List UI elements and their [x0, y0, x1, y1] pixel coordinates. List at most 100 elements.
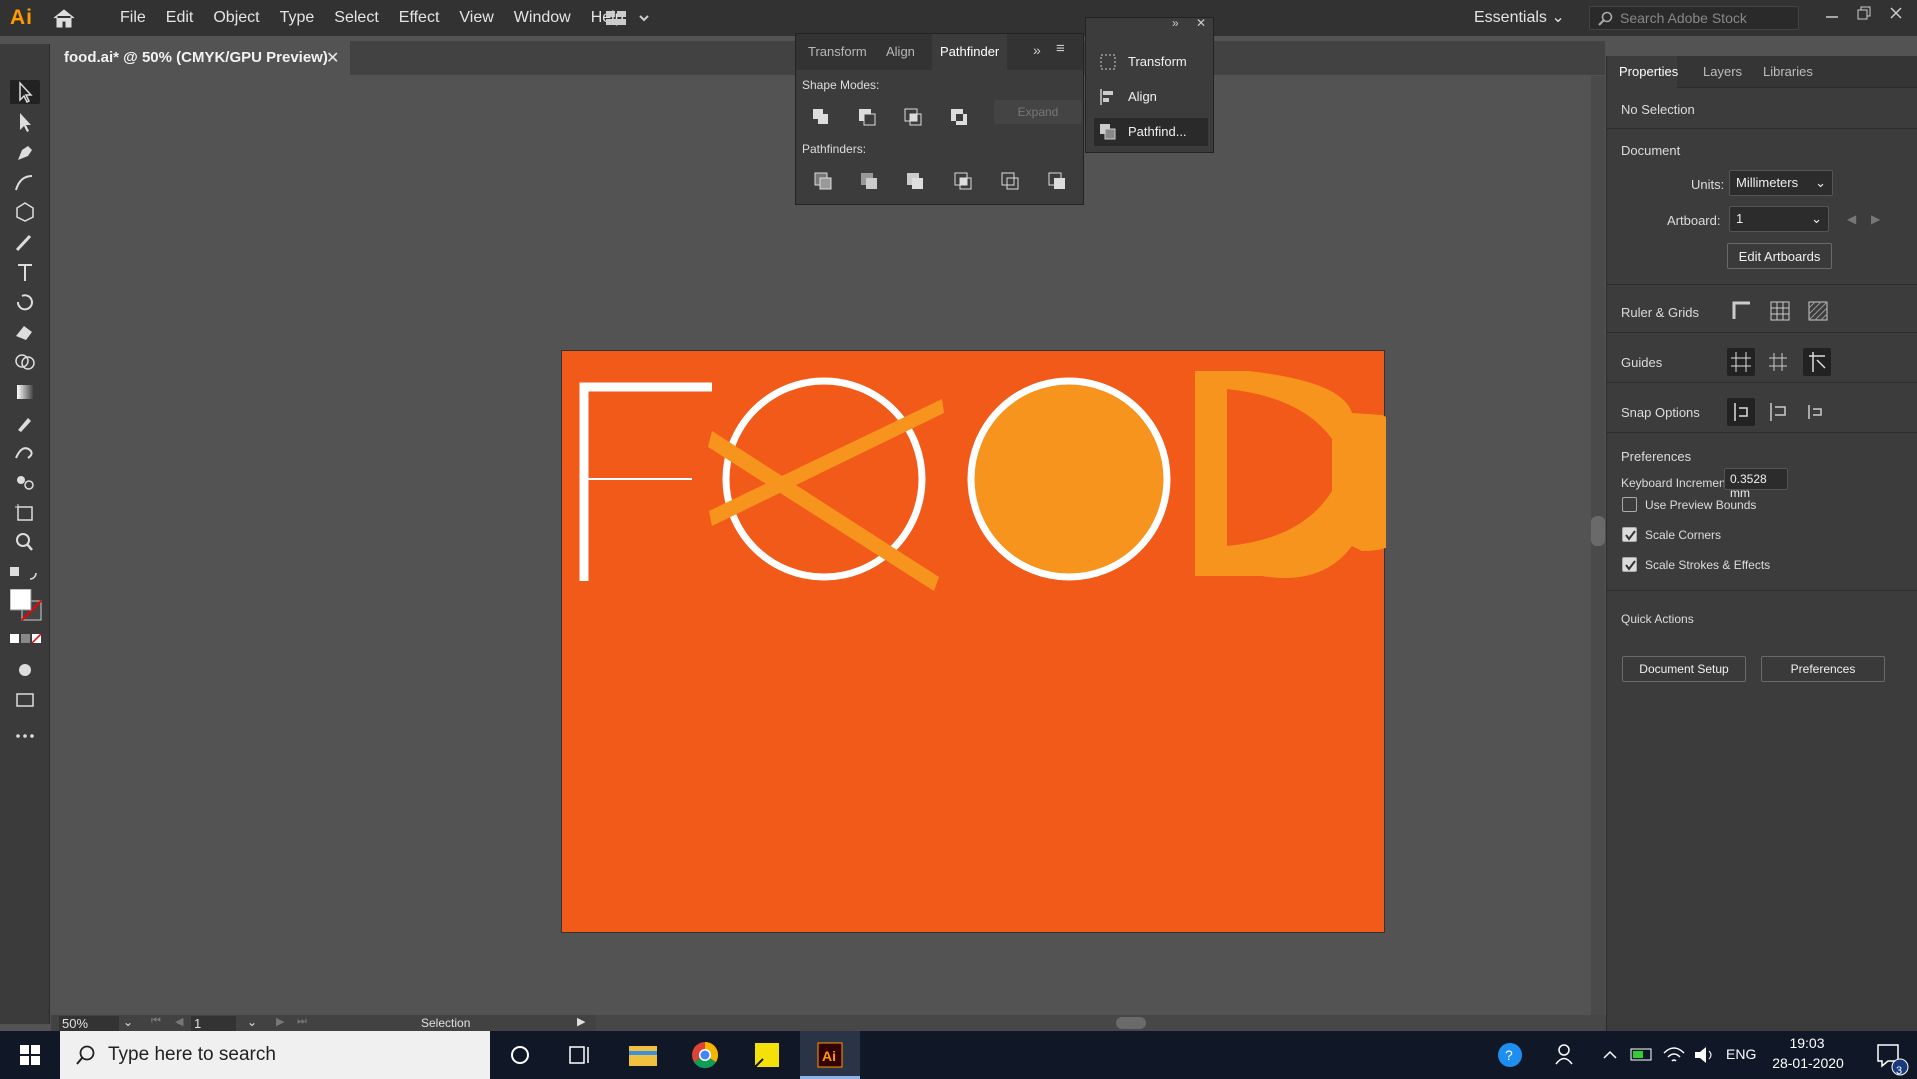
windows-start-icon[interactable] [0, 1031, 60, 1079]
smart-guides-icon[interactable] [1803, 348, 1831, 376]
chrome-icon[interactable] [675, 1031, 735, 1079]
edit-artboards-button[interactable]: Edit Artboards [1727, 243, 1832, 269]
intersect-button-icon[interactable] [902, 106, 924, 128]
more-tools-icon[interactable] [10, 724, 40, 748]
lock-guides-icon[interactable] [1767, 351, 1789, 373]
exclude-button-icon[interactable] [948, 106, 970, 128]
people-icon[interactable] [1548, 1031, 1588, 1079]
last-artboard-icon[interactable]: ⏭ [297, 1015, 307, 1028]
minus-front-button-icon[interactable] [856, 106, 878, 128]
arrange-documents-icon[interactable] [606, 9, 650, 27]
draw-mode-icon[interactable] [10, 658, 40, 682]
document-setup-button[interactable]: Document Setup [1622, 656, 1746, 682]
tab-libraries[interactable]: Libraries [1763, 64, 1813, 79]
close-dock-icon[interactable]: ✕ [1196, 16, 1206, 30]
menu-file[interactable]: File [110, 9, 156, 27]
clock-date[interactable]: 28-01-2020 [1768, 1055, 1848, 1071]
battery-icon[interactable] [1627, 1031, 1657, 1079]
panel-menu-icon[interactable]: ≡ [1056, 40, 1065, 57]
swap-fill-stroke-icon[interactable] [10, 565, 40, 583]
expand-dock-icon[interactable]: » [1172, 16, 1179, 30]
food-artwork[interactable] [562, 351, 1386, 934]
mini-pathfinder-button[interactable]: Pathfind... [1094, 118, 1208, 146]
units-dropdown[interactable]: Millimeters ⌄ [1729, 170, 1833, 196]
transparency-grid-icon[interactable] [1807, 300, 1829, 322]
color-mode-icon[interactable] [10, 632, 42, 646]
trim-button-icon[interactable] [858, 170, 880, 192]
mini-align-button[interactable]: Align [1094, 83, 1208, 111]
eraser-tool-icon[interactable] [10, 320, 40, 344]
workspace-switcher[interactable]: Essentials ⌄ [1474, 7, 1565, 27]
grid-icon[interactable] [1769, 300, 1791, 322]
keyboard-increment-input[interactable]: 0.3528 mm [1724, 468, 1788, 500]
use-preview-bounds-checkbox[interactable] [1622, 497, 1637, 512]
prev-artboard-nav-icon[interactable]: ◀ [175, 1015, 183, 1028]
horizontal-scroll-thumb[interactable] [1116, 1017, 1146, 1029]
cortana-icon[interactable] [490, 1031, 550, 1079]
snap-to-grid-icon[interactable] [1767, 401, 1789, 423]
restore-button[interactable] [1856, 5, 1872, 21]
taskbar-search-input[interactable]: Type here to search [60, 1031, 490, 1079]
snap-to-pixel-icon[interactable] [1805, 401, 1827, 423]
paintbrush-tool-icon[interactable] [10, 230, 40, 254]
sticky-notes-icon[interactable] [738, 1031, 798, 1079]
eyedropper-tool-icon[interactable] [10, 410, 40, 434]
stock-search-input[interactable]: Search Adobe Stock [1589, 6, 1799, 30]
notifications-icon[interactable] [1860, 1031, 1917, 1079]
divide-button-icon[interactable] [812, 170, 834, 192]
artboard-number-input[interactable]: 1 [191, 1016, 236, 1031]
symbol-sprayer-tool-icon[interactable] [10, 470, 40, 494]
zoom-dropdown[interactable]: 50% [59, 1016, 119, 1031]
first-artboard-icon[interactable]: ⏮ [151, 1015, 161, 1028]
artboard-dropdown[interactable]: 1 ⌄ [1729, 206, 1829, 232]
curvature-tool-icon[interactable] [10, 170, 40, 194]
rotate-tool-icon[interactable] [10, 290, 40, 314]
menu-type[interactable]: Type [270, 9, 325, 27]
prev-artboard-icon[interactable]: ◀ [1847, 212, 1856, 226]
show-hidden-icons-icon[interactable] [1600, 1031, 1620, 1079]
help-icon[interactable]: ? [1490, 1031, 1550, 1079]
artboard-tool-icon[interactable] [10, 500, 40, 524]
polygon-tool-icon[interactable] [10, 200, 40, 224]
next-artboard-icon[interactable]: ▶ [1871, 212, 1880, 226]
minimize-button[interactable] [1824, 8, 1840, 24]
collapse-panel-icon[interactable]: » [1033, 42, 1041, 58]
close-window-button[interactable] [1888, 5, 1904, 21]
home-icon[interactable] [52, 8, 76, 28]
direct-selection-tool-icon[interactable] [10, 110, 40, 134]
pen-tool-icon[interactable] [10, 140, 40, 164]
task-view-icon[interactable] [550, 1031, 610, 1079]
selection-tool-icon[interactable] [10, 80, 40, 104]
blend-tool-icon[interactable] [10, 440, 40, 464]
horizontal-scrollbar[interactable] [596, 1015, 1606, 1031]
tab-properties[interactable]: Properties [1619, 64, 1678, 79]
snap-to-point-icon[interactable] [1727, 398, 1755, 426]
expand-button[interactable]: Expand [994, 100, 1082, 124]
close-tab-icon[interactable]: ✕ [326, 48, 339, 68]
menu-select[interactable]: Select [324, 9, 388, 27]
volume-icon[interactable] [1690, 1031, 1718, 1079]
illustrator-taskbar-icon[interactable]: Ai [800, 1031, 860, 1079]
menu-window[interactable]: Window [504, 9, 581, 27]
canvas-area[interactable] [51, 76, 1605, 1016]
crop-button-icon[interactable] [952, 170, 974, 192]
menu-view[interactable]: View [449, 9, 503, 27]
tab-align[interactable]: Align [886, 44, 915, 59]
menu-object[interactable]: Object [203, 9, 269, 27]
menu-effect[interactable]: Effect [389, 9, 450, 27]
menu-edit[interactable]: Edit [156, 9, 204, 27]
screen-mode-icon[interactable] [10, 688, 40, 712]
next-artboard-nav-icon[interactable]: ▶ [276, 1015, 284, 1028]
scale-strokes-checkbox[interactable] [1622, 557, 1637, 572]
show-guides-icon[interactable] [1727, 348, 1755, 376]
document-tab[interactable]: food.ai* @ 50% (CMYK/GPU Preview) ✕ [50, 41, 350, 75]
shape-builder-tool-icon[interactable] [10, 350, 40, 374]
unite-button-icon[interactable] [810, 106, 832, 128]
vertical-scroll-thumb[interactable] [1591, 516, 1605, 546]
chevron-down-icon[interactable]: ⌄ [247, 1015, 257, 1029]
ruler-icon[interactable] [1731, 300, 1753, 322]
tab-layers[interactable]: Layers [1703, 64, 1742, 79]
type-tool-icon[interactable] [10, 260, 40, 284]
language-indicator[interactable]: ENG [1726, 1046, 1756, 1062]
outline-button-icon[interactable] [999, 170, 1021, 192]
